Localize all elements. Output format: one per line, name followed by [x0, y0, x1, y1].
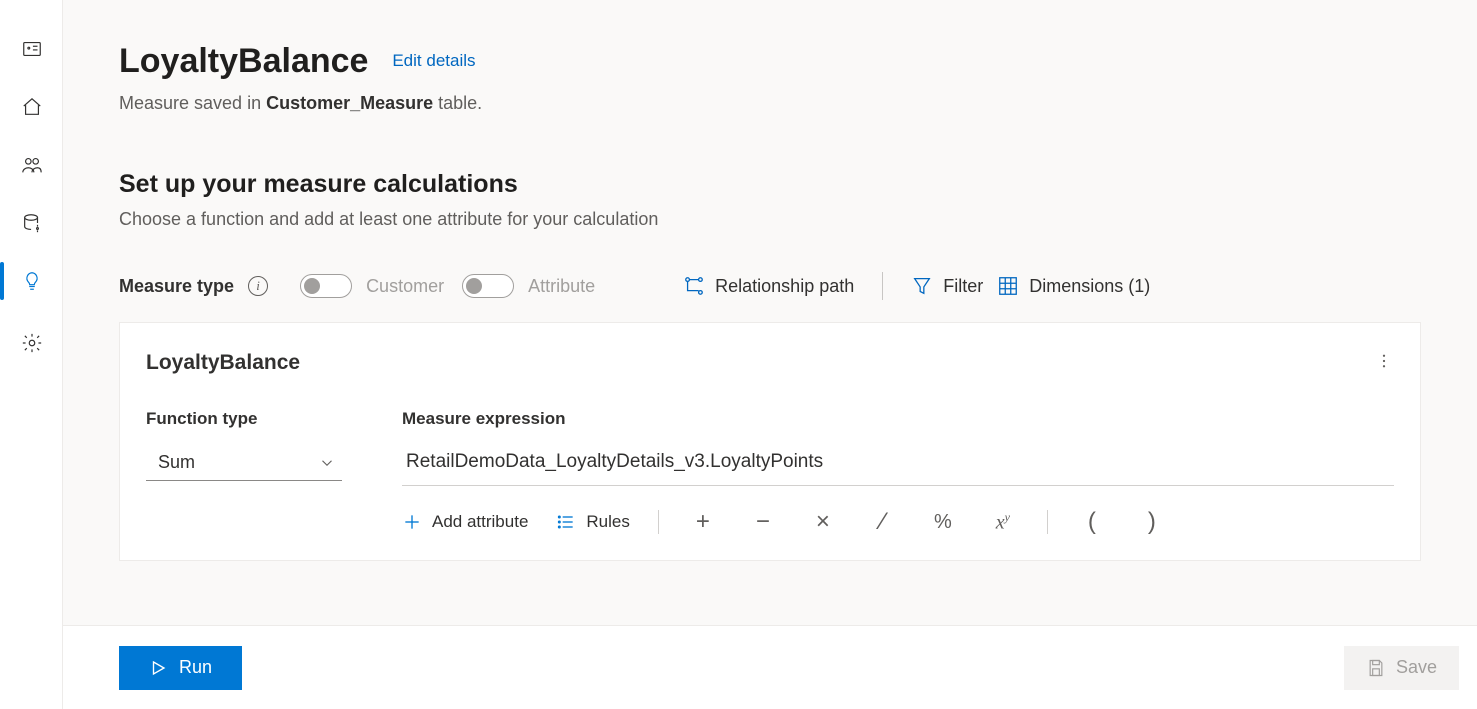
function-type-select[interactable]: Sum: [146, 445, 342, 481]
rules-label: Rules: [586, 512, 629, 532]
info-icon[interactable]: i: [248, 276, 268, 296]
edit-details-link[interactable]: Edit details: [392, 51, 475, 70]
op-paren-open[interactable]: (: [1076, 508, 1108, 536]
toolbar-separator-2: [1047, 510, 1048, 534]
sidebar-item-insights[interactable]: [0, 252, 63, 310]
card-more-button[interactable]: [1370, 347, 1398, 375]
rules-icon: [556, 512, 576, 532]
sidebar-item-customers[interactable]: [0, 136, 63, 194]
saved-in-text: Measure saved in Customer_Measure table.: [119, 93, 1421, 114]
sidebar-item-home[interactable]: [0, 78, 63, 136]
op-plus[interactable]: +: [687, 508, 719, 536]
save-icon: [1366, 658, 1386, 678]
filter-icon: [911, 275, 933, 297]
run-button-label: Run: [179, 657, 212, 678]
op-minus[interactable]: −: [747, 508, 779, 536]
toolbar-separator: [658, 510, 659, 534]
relationship-path-button[interactable]: Relationship path: [683, 275, 854, 297]
op-paren-close[interactable]: ): [1136, 508, 1168, 536]
add-attribute-button[interactable]: Add attribute: [402, 512, 528, 532]
run-button[interactable]: Run: [119, 646, 242, 690]
main-content: LoyaltyBalance Edit details Measure save…: [63, 0, 1477, 625]
home-icon: [21, 96, 43, 118]
rules-button[interactable]: Rules: [556, 512, 629, 532]
filter-label: Filter: [943, 276, 983, 297]
toggle-customer-label: Customer: [366, 276, 444, 297]
function-type-label: Function type: [146, 409, 342, 429]
dimensions-label: Dimensions (1): [1029, 276, 1150, 297]
save-button: Save: [1344, 646, 1459, 690]
controls-row: Measure type i Customer Attribute Relati…: [119, 272, 1421, 300]
gear-icon: [21, 332, 43, 354]
toggle-customer[interactable]: [300, 274, 352, 298]
relationship-path-icon: [683, 275, 705, 297]
toggle-attribute-label: Attribute: [528, 276, 595, 297]
function-type-column: Function type Sum: [146, 409, 342, 536]
op-multiply[interactable]: ×: [807, 508, 839, 536]
op-exponent[interactable]: xy: [987, 510, 1019, 535]
play-icon: [149, 659, 167, 677]
sidebar: [0, 0, 63, 709]
dimensions-icon: [997, 275, 1019, 297]
add-attribute-label: Add attribute: [432, 512, 528, 532]
function-type-value: Sum: [158, 452, 195, 473]
page-title: LoyaltyBalance: [119, 42, 368, 81]
expression-input[interactable]: RetailDemoData_LoyaltyDetails_v3.Loyalty…: [402, 445, 1394, 486]
section-subtitle: Choose a function and add at least one a…: [119, 209, 1421, 230]
lightbulb-icon: [21, 270, 43, 292]
relationship-path-label: Relationship path: [715, 276, 854, 297]
chevron-down-icon: [318, 454, 336, 472]
id-card-icon: [21, 38, 43, 60]
sidebar-item-data[interactable]: [0, 194, 63, 252]
card-title: LoyaltyBalance: [146, 351, 1394, 375]
saved-table-name: Customer_Measure: [266, 93, 433, 113]
filter-button[interactable]: Filter: [911, 275, 983, 297]
op-percent[interactable]: %: [927, 511, 959, 534]
expression-toolbar: Add attribute Rules + − × ∕ % xy ( ): [402, 508, 1394, 536]
save-button-label: Save: [1396, 657, 1437, 678]
expression-label: Measure expression: [402, 409, 1394, 429]
saved-prefix: Measure saved in: [119, 93, 266, 113]
saved-suffix: table.: [433, 93, 482, 113]
database-icon: [21, 212, 43, 234]
people-icon: [21, 154, 43, 176]
footer: Run Save: [63, 625, 1477, 709]
plus-icon: [402, 512, 422, 532]
separator: [882, 272, 883, 300]
measure-type-label: Measure type: [119, 276, 234, 297]
more-vertical-icon: [1375, 352, 1393, 370]
dimensions-button[interactable]: Dimensions (1): [997, 275, 1150, 297]
expression-column: Measure expression RetailDemoData_Loyalt…: [402, 409, 1394, 536]
section-title: Set up your measure calculations: [119, 170, 1421, 199]
op-divide[interactable]: ∕: [867, 508, 899, 536]
measure-card: LoyaltyBalance Function type Sum Measure…: [119, 322, 1421, 561]
toggle-attribute[interactable]: [462, 274, 514, 298]
sidebar-item-card[interactable]: [0, 20, 63, 78]
sidebar-item-settings[interactable]: [0, 314, 63, 372]
